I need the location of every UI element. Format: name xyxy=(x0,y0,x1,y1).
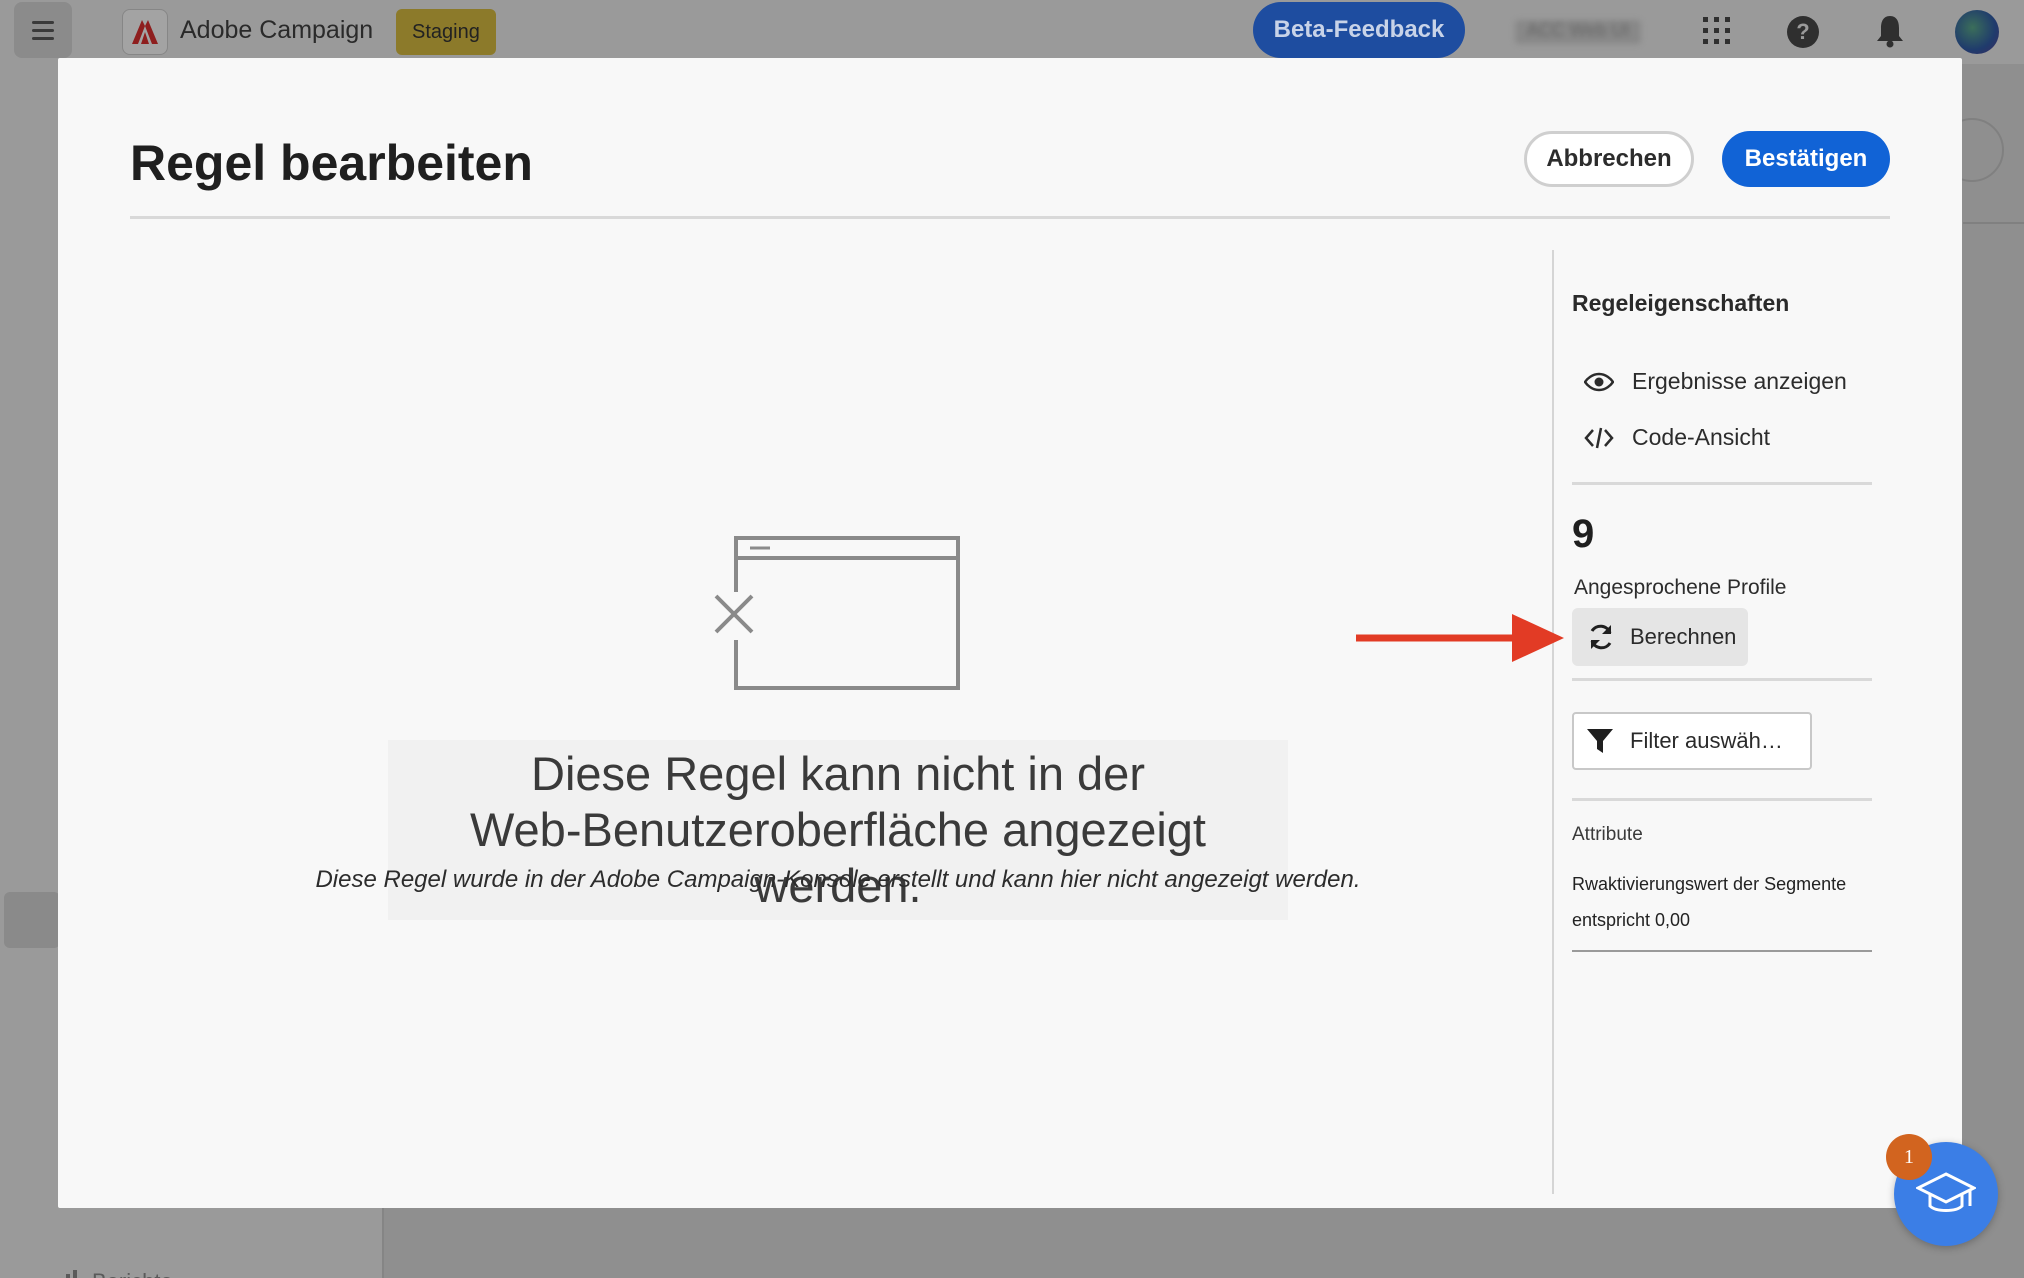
environment-badge: Staging xyxy=(396,9,496,55)
graduation-cap-icon xyxy=(1916,1172,1976,1212)
compute-button[interactable]: Berechnen xyxy=(1572,608,1748,666)
compute-label: Berechnen xyxy=(1630,624,1737,649)
attributes-divider xyxy=(1572,950,1872,952)
background-divider xyxy=(1963,222,2024,224)
profile-count-label: Angesprochene Profile xyxy=(1574,576,1787,599)
empty-state-description: Diese Regel wurde in der Adobe Campaign-… xyxy=(315,866,1361,893)
profile-count: 9 xyxy=(1572,512,1595,556)
avatar[interactable] xyxy=(1955,10,1999,54)
header-divider xyxy=(130,216,1890,219)
help-icon[interactable]: ? xyxy=(1787,16,1819,48)
refresh-icon xyxy=(1590,624,1612,650)
attributes-label: Attribute xyxy=(1572,824,1643,845)
properties-panel-divider xyxy=(1552,250,1554,1194)
sidebar-item-label: Berichte xyxy=(92,1269,173,1278)
menu-icon[interactable] xyxy=(14,2,72,58)
red-arrow-annotation xyxy=(1356,614,1564,662)
bell-icon[interactable] xyxy=(1874,14,1906,48)
filter-label: Filter auswäh… xyxy=(1630,728,1783,753)
dialog-title: Regel bearbeiten xyxy=(130,135,533,191)
broken-window-icon xyxy=(712,536,960,690)
properties-divider xyxy=(1572,798,1872,801)
filter-icon xyxy=(1587,729,1613,753)
properties-divider xyxy=(1572,482,1872,485)
attribute-value: Rwaktivierungswert der Segmente entspric… xyxy=(1572,874,1847,930)
beta-feedback-button[interactable]: Beta-Feedback xyxy=(1253,2,1465,58)
code-icon xyxy=(1584,427,1614,448)
apps-grid-icon[interactable] xyxy=(1702,16,1732,46)
rail-active-item[interactable] xyxy=(4,892,60,948)
view-results-action[interactable]: Ergebnisse anzeigen xyxy=(1584,368,1847,395)
top-navigation-bar: Adobe Campaign Staging Beta-Feedback ACC… xyxy=(0,0,2024,64)
adobe-logo-icon xyxy=(122,9,168,55)
properties-divider xyxy=(1572,678,1872,681)
code-view-action[interactable]: Code-Ansicht xyxy=(1584,424,1770,451)
eye-icon xyxy=(1584,372,1614,391)
view-results-label: Ergebnisse anzeigen xyxy=(1632,368,1847,394)
sidebar-item-reports[interactable]: Berichte xyxy=(48,1269,173,1278)
cancel-button[interactable]: Abbrechen xyxy=(1524,131,1694,187)
app-name: Adobe Campaign xyxy=(180,16,374,44)
edit-rule-dialog: Regel bearbeiten Abbrechen Bestätigen Di… xyxy=(58,58,1962,1208)
code-view-label: Code-Ansicht xyxy=(1632,424,1771,450)
filter-select-button[interactable]: Filter auswäh… xyxy=(1572,712,1812,770)
properties-title: Regeleigenschaften xyxy=(1572,290,1790,316)
bar-chart-icon xyxy=(66,1270,77,1278)
org-switcher[interactable]: ACC Web UI xyxy=(1515,20,1641,44)
confirm-button[interactable]: Bestätigen xyxy=(1722,131,1890,187)
notification-badge: 1 xyxy=(1886,1134,1932,1180)
